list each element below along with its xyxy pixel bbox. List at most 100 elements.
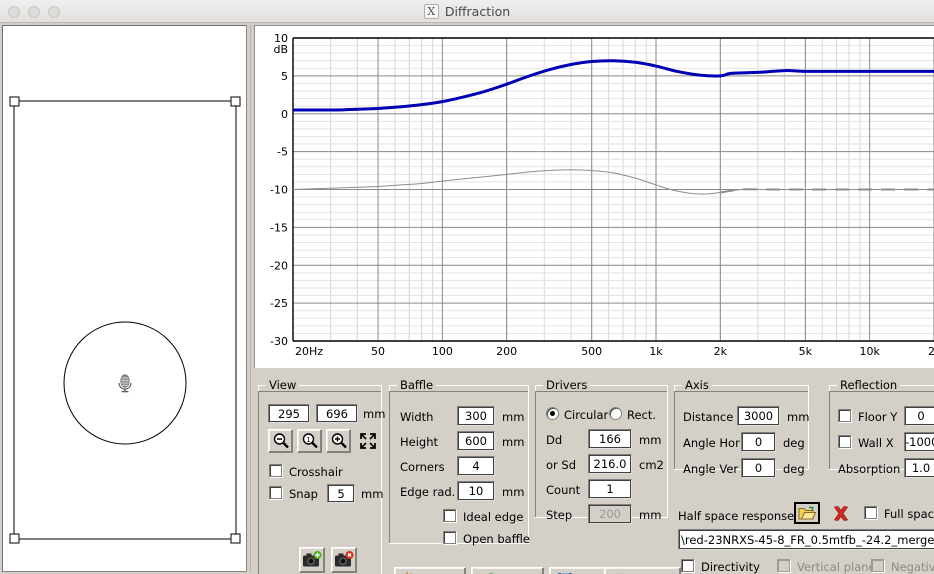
corner-handle-bl: [9, 533, 20, 544]
controls-region: View mm 1: [254, 370, 934, 574]
axis-distance-unit: mm: [787, 410, 810, 424]
open-button[interactable]: Open: [471, 567, 544, 574]
view-group: View mm 1: [258, 378, 386, 574]
half-space-open-folder-icon[interactable]: [794, 502, 820, 524]
new-button[interactable]: New: [394, 567, 466, 574]
svg-text:-25: -25: [270, 297, 288, 310]
floor-reflection-checkbox[interactable]: [838, 409, 851, 422]
svg-text:dB: dB: [273, 43, 288, 56]
baffle-corners-input[interactable]: [457, 456, 495, 476]
baffle-width-label: Width: [400, 410, 434, 424]
svg-text:-30: -30: [270, 335, 288, 348]
svg-text:0: 0: [281, 108, 288, 121]
driver-sd-input[interactable]: [588, 454, 632, 474]
absorption-label: Absorption: [838, 462, 901, 476]
snap-unit-label: mm: [361, 487, 384, 501]
baffle-drawing[interactable]: [3, 26, 246, 571]
zoom-out-icon[interactable]: [268, 429, 293, 453]
window-title: Diffraction: [444, 4, 511, 19]
baffle-width-unit: mm: [502, 410, 525, 424]
driver-rect-label: Rect.: [627, 408, 657, 422]
negative-angles-label: Negative an: [891, 560, 934, 574]
half-space-clear-icon[interactable]: [827, 502, 855, 524]
frequency-response-chart[interactable]: 10 5 0 -5 -10 -15 -20 -25 -30 dB 20Hz 50 100 200 500 1k…: [254, 25, 934, 368]
floor-reflection-input[interactable]: [904, 406, 934, 426]
crosshair-label: Crosshair: [289, 465, 343, 479]
response-pane: 10 5 0 -5 -10 -15 -20 -25 -30 dB 20Hz 50 100 200 500 1k…: [254, 25, 934, 574]
axis-angle-ver-input[interactable]: [741, 458, 776, 478]
driver-shape-circular-radio[interactable]: [546, 407, 559, 420]
view-y-input[interactable]: [316, 404, 358, 423]
zoom-actual-icon[interactable]: 1: [297, 429, 322, 453]
absorption-input[interactable]: [904, 458, 934, 478]
crosshair-checkbox[interactable]: [269, 464, 282, 477]
svg-text:-20: -20: [270, 259, 288, 272]
half-space-file-path-input[interactable]: [678, 529, 934, 550]
drivers-group-label: Drivers: [543, 378, 591, 392]
driver-step-input[interactable]: [588, 504, 632, 524]
snap-label: Snap: [289, 487, 318, 501]
svg-text:100: 100: [432, 345, 453, 358]
svg-text:20Hz: 20Hz: [295, 345, 323, 358]
svg-text:-15: -15: [270, 221, 288, 234]
camera-add-icon[interactable]: [299, 547, 325, 573]
baffle-height-input[interactable]: [457, 431, 495, 451]
wall-reflection-checkbox[interactable]: [838, 435, 851, 448]
svg-text:10k: 10k: [859, 345, 880, 358]
svg-text:5k: 5k: [799, 345, 813, 358]
half-space-label: Half space response: [678, 509, 795, 523]
wall-reflection-input[interactable]: [904, 432, 934, 452]
vertical-plane-checkbox[interactable]: [777, 559, 790, 572]
driver-step-unit: mm: [639, 508, 662, 522]
svg-text:5: 5: [281, 70, 288, 83]
negative-angles-checkbox[interactable]: [871, 559, 884, 572]
baffle-group: Baffle Width mm Height mm Corners Edge r…: [389, 378, 530, 546]
axis-distance-input[interactable]: [737, 406, 780, 426]
baffle-edge-rad-input[interactable]: [457, 481, 495, 501]
camera-remove-icon[interactable]: [331, 547, 357, 573]
view-unit-label: mm: [363, 407, 386, 421]
snap-input[interactable]: [327, 484, 355, 503]
baffle-height-label: Height: [400, 435, 439, 449]
snap-checkbox[interactable]: [269, 486, 282, 499]
driver-dd-label: Dd: [546, 433, 563, 447]
baffle-group-label: Baffle: [397, 378, 437, 392]
window-title-group: X Diffraction: [0, 0, 934, 23]
baffle-view-panel[interactable]: [2, 25, 247, 572]
svg-text:500: 500: [581, 345, 602, 358]
driver-sd-unit: cm2: [639, 458, 664, 472]
driver-count-input[interactable]: [588, 479, 632, 499]
driver-circular-label: Circular: [564, 408, 609, 422]
corner-handle-tl: [9, 96, 20, 107]
corner-handle-br: [230, 533, 241, 544]
axis-angle-hor-input[interactable]: [741, 432, 776, 452]
driver-step-label: Step: [546, 508, 573, 522]
svg-text:-10: -10: [270, 184, 288, 197]
full-space-label: Full space: [884, 507, 934, 521]
reflection-group-label: Reflection: [837, 378, 901, 392]
axis-group: Axis Distance mm Angle Hor deg Angle Ver…: [674, 378, 810, 478]
ideal-edge-checkbox[interactable]: [443, 509, 456, 522]
axis-angle-hor-label: Angle Hor: [683, 436, 740, 450]
view-x-input[interactable]: [268, 404, 310, 423]
axis-angle-ver-unit: deg: [783, 462, 805, 476]
zoom-fit-icon[interactable]: [355, 429, 380, 453]
export-button[interactable]: Export: [604, 567, 681, 574]
directivity-checkbox[interactable]: [681, 559, 694, 572]
diffraction-window: X Diffraction 10 5 0 -5 -10 -15 -20 -25 …: [0, 0, 934, 574]
driver-shape-rect-radio[interactable]: [609, 407, 622, 420]
directivity-label: Directivity: [701, 560, 760, 574]
svg-text:2k: 2k: [714, 345, 728, 358]
full-space-checkbox[interactable]: [864, 506, 877, 519]
baffle-edge-rad-label: Edge rad.: [400, 485, 456, 499]
open-baffle-checkbox[interactable]: [443, 531, 456, 544]
baffle-height-unit: mm: [502, 435, 525, 449]
ideal-edge-label: Ideal edge: [463, 510, 524, 524]
drivers-group: Drivers Circular Rect. Dd mm or Sd cm2 C…: [535, 378, 668, 524]
baffle-width-input[interactable]: [457, 406, 495, 426]
driver-dd-input[interactable]: [588, 429, 632, 449]
baffle-edge-rad-unit: mm: [502, 485, 525, 499]
vertical-plane-label: Vertical plane: [797, 560, 876, 574]
zoom-in-icon[interactable]: [326, 429, 351, 453]
axis-angle-ver-label: Angle Ver: [683, 462, 739, 476]
